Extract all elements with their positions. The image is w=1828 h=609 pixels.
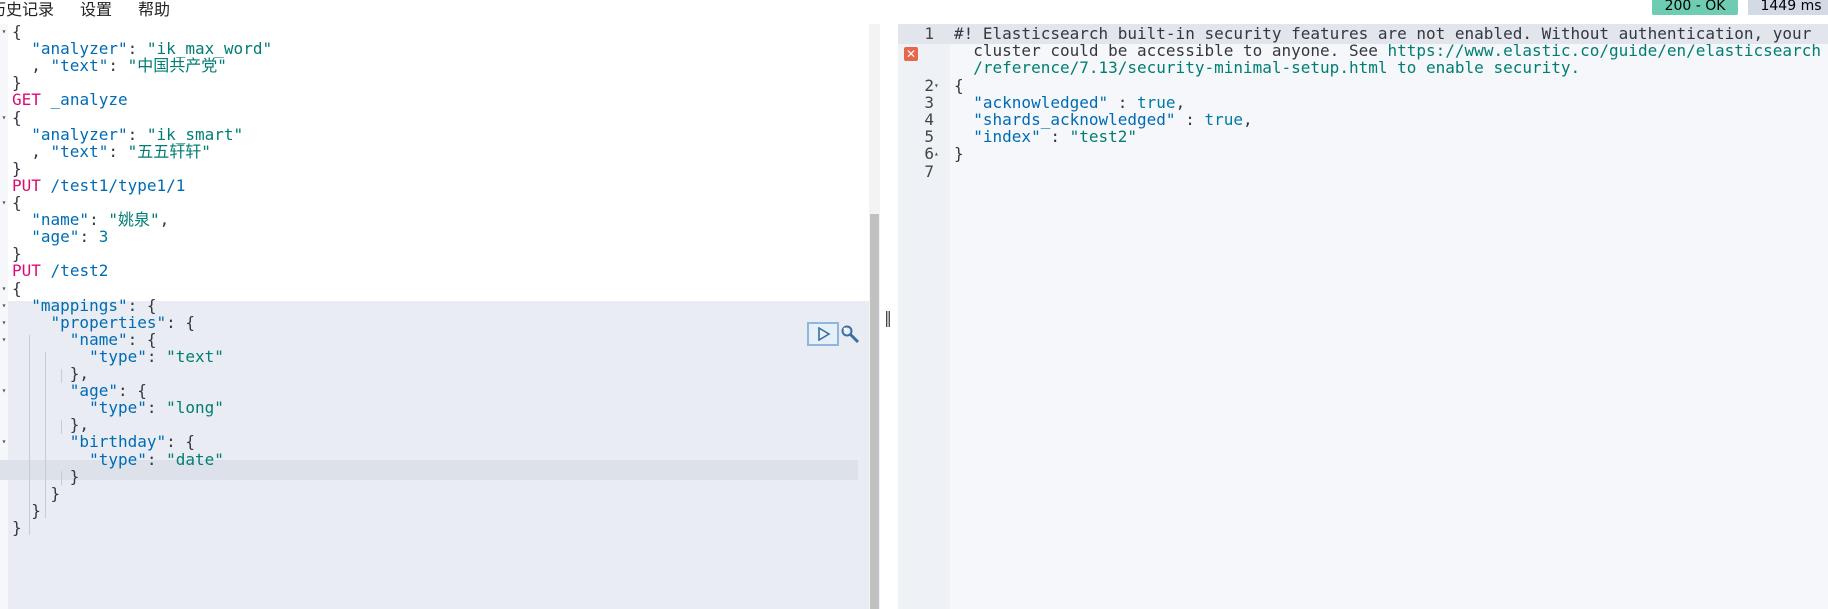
code-token: ,: [1175, 92, 1186, 112]
code-line: , "text": "中国共产党": [12, 56, 227, 76]
code-token: "text": [166, 346, 224, 366]
code-token: "text": [50, 141, 109, 161]
code-token: true: [1137, 92, 1176, 112]
code-token: _analyze: [50, 90, 128, 110]
top-menu-bar: 历史记录 设置 帮助 200 - OK 1449 ms: [0, 0, 1828, 25]
code-token: "text": [50, 56, 109, 76]
code-token: }: [12, 517, 22, 537]
code-token: :: [146, 346, 167, 366]
code-line: PUT /test2: [12, 261, 108, 281]
code-token: https://www.elastic.co/guide/en/elastics…: [1387, 41, 1821, 61]
fold-toggle-icon[interactable]: ▾: [934, 76, 939, 96]
resize-handle-icon[interactable]: ‖: [884, 308, 892, 327]
menu-settings[interactable]: 设置: [80, 2, 112, 18]
indent-guide: [61, 471, 63, 485]
code-token: :: [79, 227, 99, 247]
indent-guide: [61, 420, 63, 434]
code-line: , "text": "五五轩轩": [12, 142, 211, 162]
fold-toggle-icon[interactable]: ▾: [0, 330, 8, 350]
fold-toggle-icon[interactable]: ▾: [0, 108, 8, 128]
fold-toggle-icon[interactable]: ▾: [0, 432, 8, 452]
response-line: "index" : "test2": [954, 127, 1137, 147]
code-line: GET _analyze: [12, 90, 128, 110]
code-token: "type": [89, 449, 147, 469]
indent-guide: [45, 352, 47, 518]
code-token: cluster could be accessible to anyone. S…: [954, 41, 1388, 61]
code-line: "age": 3: [12, 227, 108, 247]
timing-badge: 1449 ms: [1748, 0, 1828, 15]
code-token: "acknowledged": [973, 92, 1109, 112]
code-token: "shards_acknowledged": [973, 110, 1176, 129]
code-line: }: [12, 518, 22, 538]
play-icon: [818, 327, 831, 341]
code-token: "long": [166, 398, 224, 418]
run-request-button[interactable]: [807, 322, 839, 346]
fold-toggle-icon[interactable]: ▾: [0, 193, 8, 213]
code-token: :: [146, 398, 167, 418]
code-token: "date": [166, 449, 224, 469]
code-token: :: [1040, 127, 1070, 147]
code-token: "age": [31, 227, 80, 247]
code-token: "中国共产党": [127, 56, 227, 76]
code-token: /test1/type1/1: [50, 175, 186, 195]
menu-help[interactable]: 帮助: [138, 2, 170, 18]
code-token: "姚泉": [108, 210, 160, 230]
code-token: 3: [98, 227, 109, 247]
code-token: :: [1175, 110, 1205, 129]
response-line: }: [954, 144, 964, 164]
indent-guide: [61, 369, 63, 383]
code-token: "test2": [1069, 127, 1138, 147]
fold-toggle-icon[interactable]: ▾: [0, 24, 8, 42]
line-number: 7: [924, 161, 934, 181]
code-token: /test2: [50, 261, 109, 281]
menu: 历史记录 设置 帮助: [0, 0, 196, 20]
code-token: }: [954, 144, 964, 164]
code-token: "index": [973, 127, 1041, 147]
panel-splitter[interactable]: ‖: [880, 24, 898, 609]
code-token: ,: [1243, 110, 1253, 129]
indent-guide: [29, 335, 31, 535]
wrench-icon[interactable]: [840, 324, 862, 346]
editor-scrollbar-thumb[interactable]: [870, 214, 879, 609]
code-token: : {: [166, 312, 196, 332]
code-token: {: [954, 75, 964, 95]
code-token: true: [1204, 110, 1243, 129]
menu-history[interactable]: 历史记录: [0, 2, 54, 18]
code-token: /reference/7.13/security-minimal-setup.h…: [954, 58, 1581, 78]
code-token: :: [108, 141, 128, 161]
code-token: #! Elasticsearch built-in security featu…: [954, 24, 1812, 43]
code-token: :: [1108, 92, 1138, 112]
code-token: :: [146, 449, 167, 469]
fold-toggle-icon[interactable]: ▾: [0, 381, 8, 401]
code-token: ,: [159, 210, 170, 230]
code-token: "type": [89, 346, 147, 366]
fold-toggle-icon[interactable]: ▴: [934, 144, 939, 164]
status-badge: 200 - OK: [1652, 0, 1738, 15]
code-token: "type": [89, 398, 147, 418]
code-token: "五五轩轩": [127, 141, 211, 161]
code-token: :: [108, 56, 128, 76]
request-editor[interactable]: {▾ "analyzer": "ik_max_word" , "text": "…: [0, 24, 880, 609]
response-panel: ✕ 1 #! Elasticsearch built-in security fe…: [898, 24, 1828, 609]
code-line: PUT /test1/type1/1: [12, 176, 185, 196]
response-line: /reference/7.13/security-minimal-setup.h…: [954, 58, 1580, 78]
